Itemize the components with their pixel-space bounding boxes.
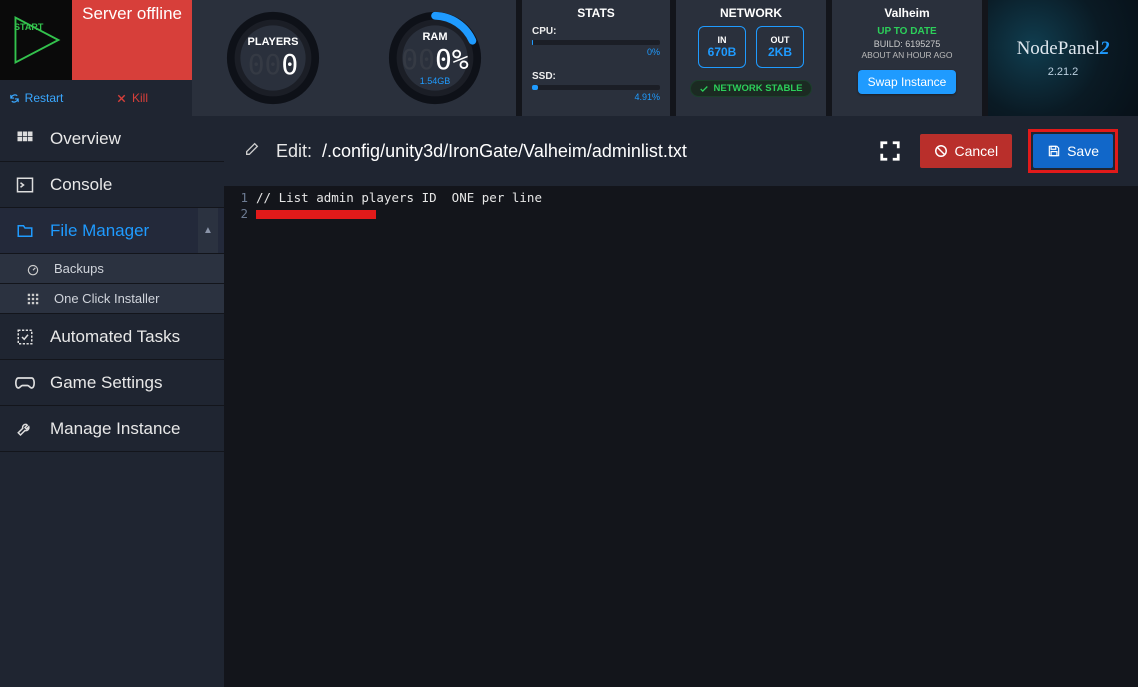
chevron-up-icon[interactable]: ▲ (198, 208, 218, 253)
restart-button[interactable]: Restart (0, 80, 72, 116)
sidebar-sub-label: Backups (54, 261, 104, 276)
network-panel: NETWORK IN 670B OUT 2KB NETWORK STABLE (676, 0, 826, 116)
editor-title: Edit: (276, 141, 312, 162)
edit-icon (244, 141, 260, 162)
instance-name: Valheim (840, 6, 974, 20)
players-gauge: PLAYERS 000 (192, 0, 354, 116)
main: Edit: /.config/unity3d/IronGate/Valheim/… (224, 116, 1138, 687)
cpu-label: CPU: (532, 26, 660, 37)
sidebar-item-label: Game Settings (50, 373, 162, 393)
sidebar-sub-label: One Click Installer (54, 291, 159, 306)
sidebar-item-file-manager[interactable]: File Manager ▲ (0, 208, 224, 254)
wrench-icon (14, 420, 36, 438)
ssd-label: SSD: (532, 71, 660, 82)
ram-ghost: 00 (401, 43, 435, 76)
kill-icon (116, 93, 127, 104)
cpu-value: 0% (532, 47, 660, 57)
terminal-icon (14, 176, 36, 194)
instance-time: ABOUT AN HOUR AGO (840, 50, 974, 60)
ram-gauge: RAM 000% 1.54GB (354, 0, 516, 116)
server-status-text: Server offline (82, 4, 182, 80)
network-out-label: OUT (771, 35, 790, 45)
brand-name: NodePanel (1017, 38, 1100, 59)
start-button[interactable]: START (0, 0, 72, 80)
tasks-icon (14, 328, 36, 346)
brand-panel: NodePanel2 2.21.2 (988, 0, 1138, 116)
code-editor[interactable]: 1 2 // List admin players ID ONE per lin… (224, 186, 1138, 222)
network-header: NETWORK (684, 6, 818, 20)
stats-panel: STATS CPU: 0% SSD: 4.91% (522, 0, 670, 116)
sidebar: Overview Console File Manager ▲ Backups … (0, 116, 224, 687)
ram-sub: 1.54GB (420, 76, 451, 86)
sidebar-sub-backups[interactable]: Backups (0, 254, 224, 284)
players-title: PLAYERS (248, 36, 299, 48)
sidebar-item-label: Console (50, 175, 112, 195)
network-in-value: 670B (708, 45, 737, 59)
editor-header: Edit: /.config/unity3d/IronGate/Valheim/… (224, 116, 1138, 186)
sidebar-item-automated-tasks[interactable]: Automated Tasks (0, 314, 224, 360)
ram-value: 0% (435, 43, 469, 76)
sidebar-item-manage-instance[interactable]: Manage Instance (0, 406, 224, 452)
code-line: // List admin players ID ONE per line (256, 190, 542, 206)
ram-title: RAM (422, 31, 447, 43)
instance-status: UP TO DATE (840, 26, 974, 37)
cancel-label: Cancel (954, 143, 998, 159)
kill-label: Kill (132, 91, 148, 105)
sidebar-sub-one-click-installer[interactable]: One Click Installer (0, 284, 224, 314)
restart-label: Restart (25, 91, 64, 105)
start-label: START (14, 22, 43, 32)
players-value: 0 (281, 48, 298, 81)
instance-build: BUILD: 6195275 (840, 39, 974, 49)
sidebar-item-game-settings[interactable]: Game Settings (0, 360, 224, 406)
sidebar-item-label: Manage Instance (50, 419, 180, 439)
grid-small-icon (22, 292, 44, 306)
server-status-banner: Server offline (72, 0, 192, 80)
grid-icon (14, 130, 36, 148)
brand-accent: 2 (1100, 38, 1110, 59)
players-ghost: 00 (248, 48, 282, 81)
instance-panel: Valheim UP TO DATE BUILD: 6195275 ABOUT … (832, 0, 982, 116)
cancel-icon (934, 144, 948, 158)
cancel-button[interactable]: Cancel (920, 134, 1012, 168)
swap-instance-button[interactable]: Swap Instance (858, 70, 957, 94)
network-status: NETWORK STABLE (690, 80, 811, 97)
editor-content[interactable]: // List admin players ID ONE per line (256, 186, 542, 222)
play-icon (8, 12, 64, 68)
redacted-text (256, 210, 376, 219)
stats-header: STATS (532, 6, 660, 20)
check-icon (699, 84, 709, 94)
save-button[interactable]: Save (1033, 134, 1113, 168)
editor-path: /.config/unity3d/IronGate/Valheim/adminl… (322, 141, 687, 162)
kill-button[interactable]: Kill (72, 80, 192, 116)
editor-gutter: 1 2 (224, 186, 256, 222)
save-icon (1047, 144, 1061, 158)
sidebar-item-label: Automated Tasks (50, 327, 180, 347)
network-in: IN 670B (698, 26, 746, 68)
save-label: Save (1067, 143, 1099, 159)
gamepad-icon (14, 376, 36, 390)
ssd-value: 4.91% (532, 92, 660, 102)
fullscreen-icon (879, 140, 901, 162)
network-out: OUT 2KB (756, 26, 804, 68)
network-status-text: NETWORK STABLE (713, 83, 802, 94)
network-in-label: IN (718, 35, 727, 45)
sidebar-item-overview[interactable]: Overview (0, 116, 224, 162)
restart-icon (9, 93, 20, 104)
fullscreen-button[interactable] (876, 137, 904, 165)
brand-version: 2.21.2 (1048, 66, 1079, 78)
folder-icon (14, 222, 36, 240)
gauge-icon (22, 262, 44, 276)
sidebar-item-console[interactable]: Console (0, 162, 224, 208)
sidebar-item-label: File Manager (50, 221, 149, 241)
network-out-value: 2KB (768, 45, 792, 59)
code-line (256, 206, 542, 222)
sidebar-item-label: Overview (50, 129, 121, 149)
